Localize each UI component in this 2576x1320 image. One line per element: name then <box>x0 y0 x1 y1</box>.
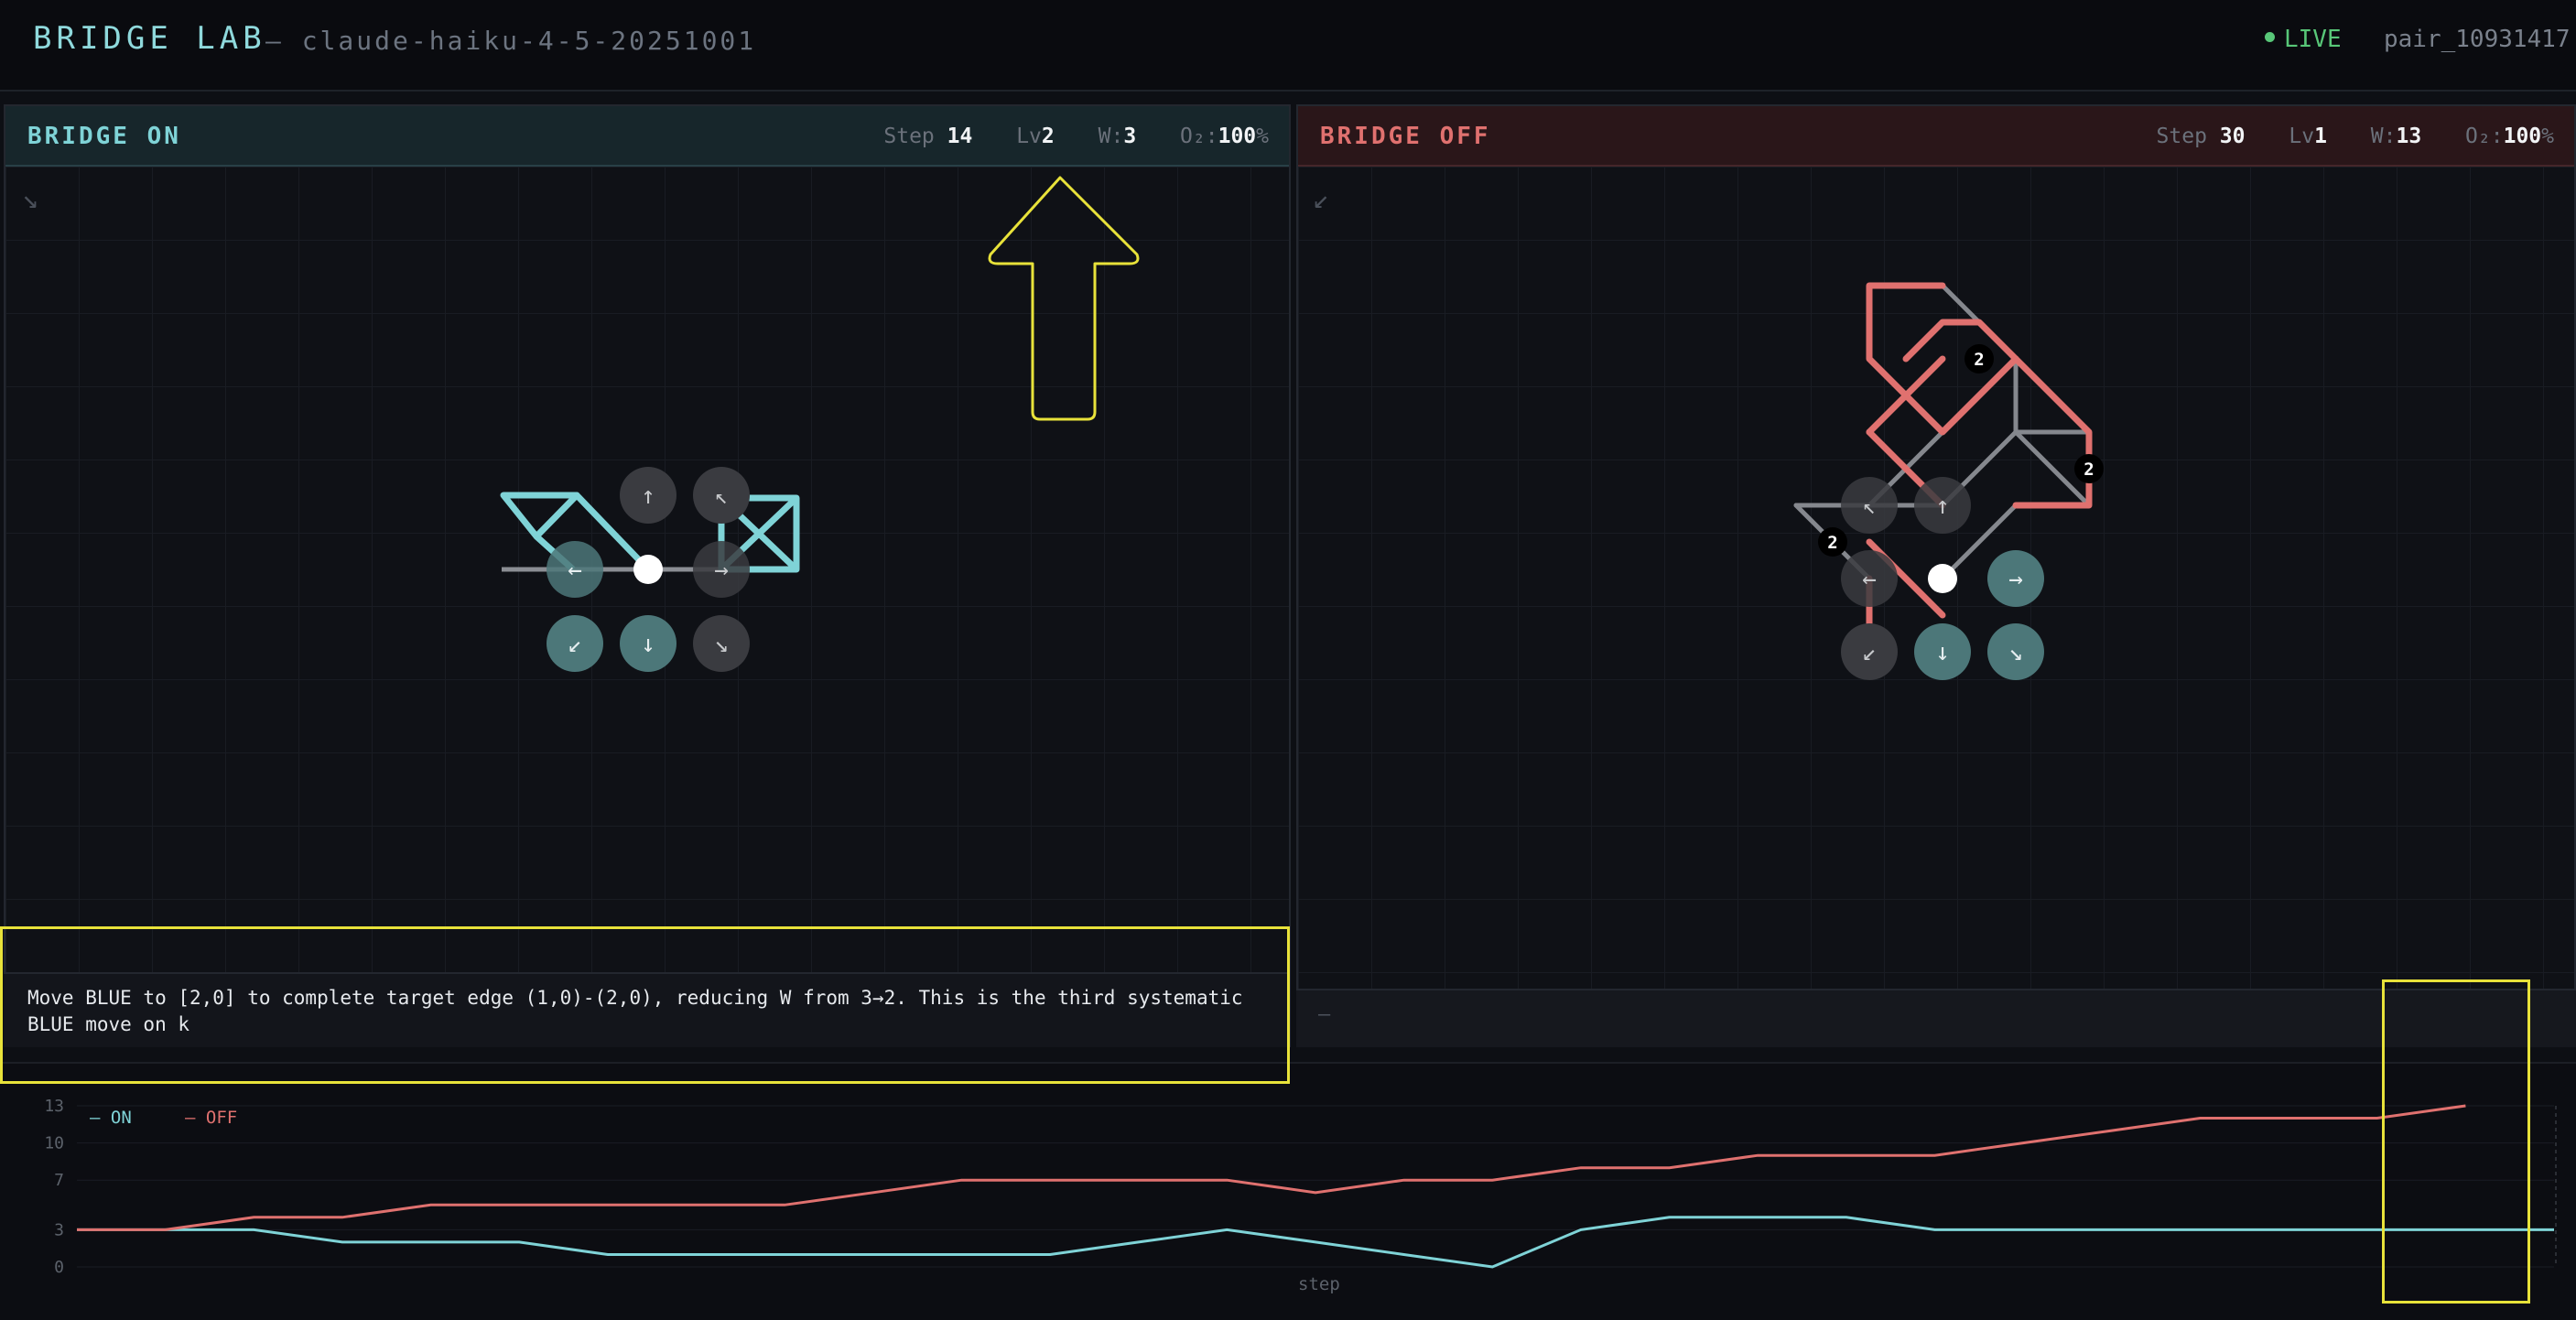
legend-off-label: OFF <box>205 1108 238 1128</box>
app-title: BRIDGE LAB <box>33 20 266 57</box>
dpad-down-left-icon: ↙ <box>568 631 582 658</box>
dpad-left-icon: ← <box>1862 566 1877 593</box>
y-tick-label: 3 <box>54 1220 64 1239</box>
dpad-down-icon: ↓ <box>1935 639 1950 666</box>
y-tick-label: 7 <box>54 1171 64 1190</box>
dpad-down-button[interactable]: ↓ <box>1914 623 1971 680</box>
chart-highlight-box <box>2382 979 2530 1304</box>
live-dot-icon <box>2265 32 2275 42</box>
live-label: LIVE <box>2284 26 2342 53</box>
dpad-right-icon: → <box>2008 566 2023 593</box>
cyan-edge <box>500 492 580 540</box>
dpad-down-right-icon: ↘ <box>714 631 729 658</box>
weight-badge-label: 2 <box>1974 350 1984 370</box>
dpad-down-icon: ↓ <box>641 631 655 658</box>
top-bar: BRIDGE LAB — claude-haiku-4-5-20251001 L… <box>0 0 2576 92</box>
dpad-right-icon: → <box>714 557 729 584</box>
up-arrow-annotation-icon <box>988 176 1140 421</box>
bridge-on-game-svg: ↑ ↖ ← → ↙ ↓ ↘ <box>500 176 1140 672</box>
dpad-left-icon: ← <box>568 557 582 584</box>
dpad-up-button[interactable]: ↑ <box>620 467 676 524</box>
dpad-down-left-button[interactable]: ↙ <box>1841 623 1898 680</box>
y-tick-label: 13 <box>44 1097 64 1116</box>
model-name: — claude-haiku-4-5-20251001 <box>265 26 757 56</box>
weight-badge-label: 2 <box>2084 460 2094 480</box>
weight-badge: 2 <box>1818 527 1847 557</box>
live-indicator: LIVE <box>2265 26 2342 53</box>
pair-id: pair_10931417 <box>2384 26 2571 53</box>
dpad-down-right-button[interactable]: ↘ <box>1987 623 2044 680</box>
weight-badge: 2 <box>2074 454 2104 483</box>
bridge-on-panel: BRIDGE ON Step 14 Lv2 W:3 O₂:100% ↘ ↑ ↖ <box>4 104 1291 1047</box>
series-line-on <box>77 1216 2554 1269</box>
weight-badge-label: 2 <box>1827 533 1837 553</box>
w-history-chart: 13 10 7 3 0 <box>0 1062 2576 1320</box>
weight-badge: 2 <box>1964 344 1994 373</box>
dpad-down-right-icon: ↘ <box>2008 639 2023 666</box>
dpad-right-button[interactable]: → <box>693 541 750 598</box>
dpad-up-left-icon: ↖ <box>715 483 728 509</box>
series-line-off <box>77 1104 2466 1231</box>
dpad-left-button[interactable]: ← <box>1841 550 1898 607</box>
bridge-off-game-svg: 2 2 2 ↖ ↑ ← → ↙ ↓ ↘ <box>1793 282 2104 680</box>
dpad-down-left-button[interactable]: ↙ <box>547 615 603 672</box>
dpad-down-left-icon: ↙ <box>1862 639 1877 666</box>
dpad-left-button[interactable]: ← <box>547 541 603 598</box>
y-tick-label: 0 <box>54 1258 64 1277</box>
w-history-plot: 13 10 7 3 0 <box>44 1097 2557 1277</box>
dpad-right-button[interactable]: → <box>1987 550 2044 607</box>
legend-on-label: ON <box>110 1108 132 1128</box>
bridge-off-panel: BRIDGE OFF Step 30 Lv1 W:13 O₂:100% ↙ 2 … <box>1296 104 2576 1047</box>
dpad-down-right-button[interactable]: ↘ <box>693 615 750 672</box>
dpad-down-button[interactable]: ↓ <box>620 615 676 672</box>
dpad-up-right-button[interactable]: ↖ <box>693 467 750 524</box>
legend-off: — OFF <box>185 1108 238 1128</box>
x-axis-label: step <box>1298 1274 1340 1294</box>
y-tick-label: 10 <box>44 1134 64 1153</box>
player-token <box>633 555 663 584</box>
dpad-up-icon: ↑ <box>641 482 655 510</box>
dpad-up-left-icon: ↖ <box>1863 493 1876 519</box>
dpad-up-icon: ↑ <box>1935 492 1950 520</box>
legend-on: — ON <box>90 1108 132 1128</box>
message-highlight-box <box>0 926 1290 1084</box>
player-token <box>1928 564 1957 593</box>
dpad-up-button[interactable]: ↑ <box>1914 477 1971 534</box>
dpad-up-left-button[interactable]: ↖ <box>1841 477 1898 534</box>
